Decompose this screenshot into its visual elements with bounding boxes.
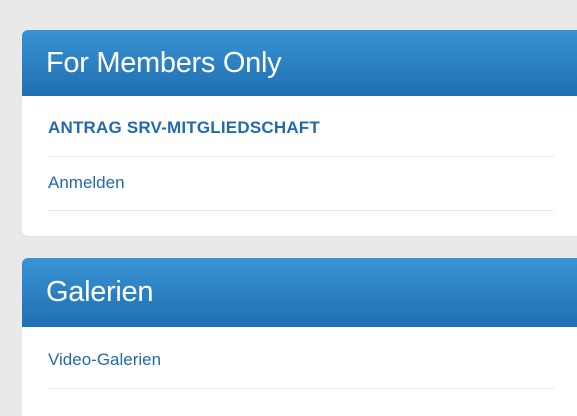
galleries-widget-title: Galerien: [22, 258, 577, 327]
login-link[interactable]: Anmelden: [48, 157, 554, 208]
galleries-widget: Galerien Video-Galerien: [22, 258, 577, 416]
members-widget-title: For Members Only: [22, 30, 577, 96]
members-link-list: ANTRAG SRV-MITGLIEDSCHAFT Anmelden: [22, 96, 577, 211]
membership-application-link[interactable]: ANTRAG SRV-MITGLIEDSCHAFT: [48, 96, 554, 153]
list-item: Video-Galerien: [48, 327, 554, 389]
sidebar: For Members Only ANTRAG SRV-MITGLIEDSCHA…: [0, 0, 577, 416]
video-galleries-link[interactable]: Video-Galerien: [48, 327, 554, 385]
members-widget: For Members Only ANTRAG SRV-MITGLIEDSCHA…: [22, 30, 577, 236]
galleries-link-list: Video-Galerien: [22, 327, 577, 389]
list-item: Anmelden: [48, 157, 554, 211]
list-item: ANTRAG SRV-MITGLIEDSCHAFT: [48, 96, 554, 157]
